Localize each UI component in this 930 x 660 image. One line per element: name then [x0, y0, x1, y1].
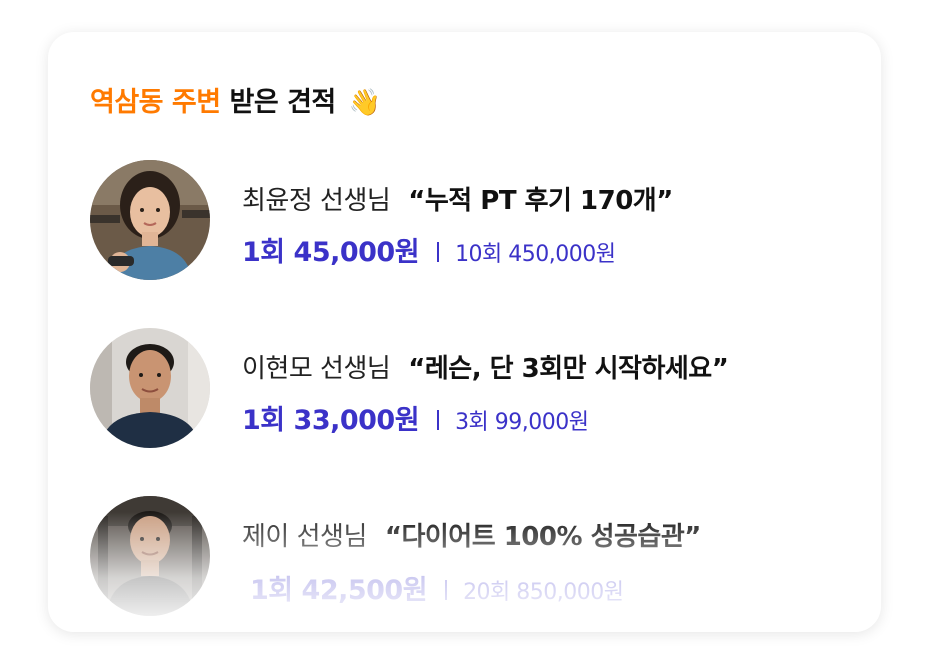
- card-title: 역삼동 주변 받은 견적 👋: [90, 80, 381, 119]
- quote-header: 최윤정 선생님 “누적 PT 후기 170개”: [242, 180, 673, 217]
- quote-header: 이현모 선생님 “레슨, 단 3회만 시작하세요”: [242, 348, 729, 385]
- teacher-tagline: “레슨, 단 3회만 시작하세요”: [408, 354, 729, 384]
- teacher-name: 제이 선생님: [242, 522, 367, 552]
- price-info: 1회 45,000원 10회 450,000원: [242, 230, 616, 269]
- divider: [437, 242, 440, 262]
- divider: [437, 410, 440, 430]
- teacher-tagline: “누적 PT 후기 170개”: [408, 186, 673, 216]
- avatar-trainer-1: [90, 160, 210, 280]
- teacher-name: 최윤정 선생님: [242, 186, 391, 216]
- divider: [445, 580, 448, 600]
- quote-header: 제이 선생님 “다이어트 100% 성공습관”: [242, 516, 701, 553]
- price-info: 1회 33,000원 3회 99,000원: [242, 398, 589, 437]
- teacher-name: 이현모 선생님: [242, 354, 391, 384]
- package-price: 3회 99,000원: [455, 410, 589, 435]
- price-info: 1회 42,500원 20회 850,000원: [250, 568, 624, 607]
- quote-item-1[interactable]: 최윤정 선생님 “누적 PT 후기 170개” 1회 45,000원 10회 450…: [90, 160, 850, 290]
- package-price: 20회 850,000원: [463, 580, 624, 605]
- teacher-tagline: “다이어트 100% 성공습관”: [384, 522, 701, 552]
- package-price: 10회 450,000원: [455, 242, 616, 267]
- avatar-trainer-2: [90, 328, 210, 448]
- title-location: 역삼동 주변: [90, 87, 221, 118]
- avatar-trainer-3: [90, 496, 210, 616]
- single-session-price: 1회 45,000원: [242, 237, 420, 268]
- single-session-price: 1회 42,500원: [250, 575, 428, 606]
- title-text: 받은 견적: [220, 87, 337, 118]
- single-session-price: 1회 33,000원: [242, 405, 420, 436]
- quote-item-2[interactable]: 이현모 선생님 “레슨, 단 3회만 시작하세요” 1회 33,000원 3회 99…: [90, 328, 850, 458]
- quotes-card: 역삼동 주변 받은 견적 👋 최윤정 선생님 “누적 PT 후기 170개” 1…: [48, 32, 881, 632]
- waving-hand-icon: 👋: [348, 88, 381, 118]
- quote-item-3[interactable]: 제이 선생님 “다이어트 100% 성공습관” 1회 42,500원 20회 850…: [90, 496, 850, 626]
